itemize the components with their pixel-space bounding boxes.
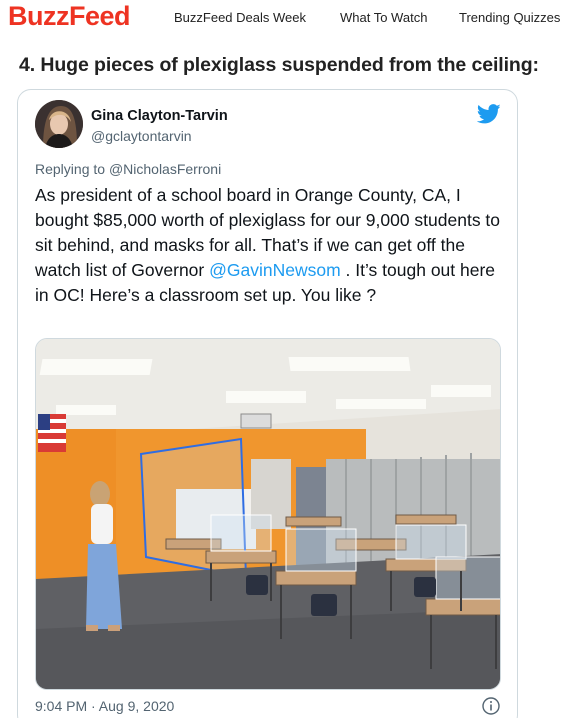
- classroom-photo: [36, 339, 500, 689]
- embedded-tweet[interactable]: Gina Clayton-Tarvin @gclaytontarvin Repl…: [17, 89, 518, 718]
- twitter-bird-icon[interactable]: [477, 104, 501, 124]
- replying-prefix: Replying to: [35, 161, 106, 177]
- replying-to-mention-link[interactable]: @NicholasFerroni: [109, 161, 221, 177]
- mention-link-gavinnewsom[interactable]: @GavinNewsom: [209, 260, 341, 280]
- tweet-timestamp[interactable]: 9:04 PM · Aug 9, 2020: [35, 698, 174, 714]
- nav-link-what-to-watch[interactable]: What To Watch: [340, 10, 427, 25]
- nav-link-deals-week[interactable]: BuzzFeed Deals Week: [174, 10, 306, 25]
- buzzfeed-logo[interactable]: BuzzFeed: [8, 1, 131, 32]
- tweet-author-handle[interactable]: @gclaytontarvin: [91, 128, 192, 144]
- avatar-image: [35, 100, 83, 148]
- nav-link-trending-quizzes[interactable]: Trending Quizzes: [459, 10, 560, 25]
- tweet-text: As president of a school board in Orange…: [35, 183, 505, 308]
- tweet-author-name[interactable]: Gina Clayton-Tarvin: [91, 108, 228, 124]
- replying-to: Replying to @NicholasFerroni: [35, 161, 221, 177]
- info-icon[interactable]: [482, 697, 500, 715]
- top-navigation: BuzzFeed BuzzFeed Deals Week What To Wat…: [0, 0, 585, 42]
- tweet-photo[interactable]: [35, 338, 501, 690]
- article-item-headline: 4. Huge pieces of plexiglass suspended f…: [19, 54, 539, 76]
- avatar[interactable]: [35, 100, 83, 148]
